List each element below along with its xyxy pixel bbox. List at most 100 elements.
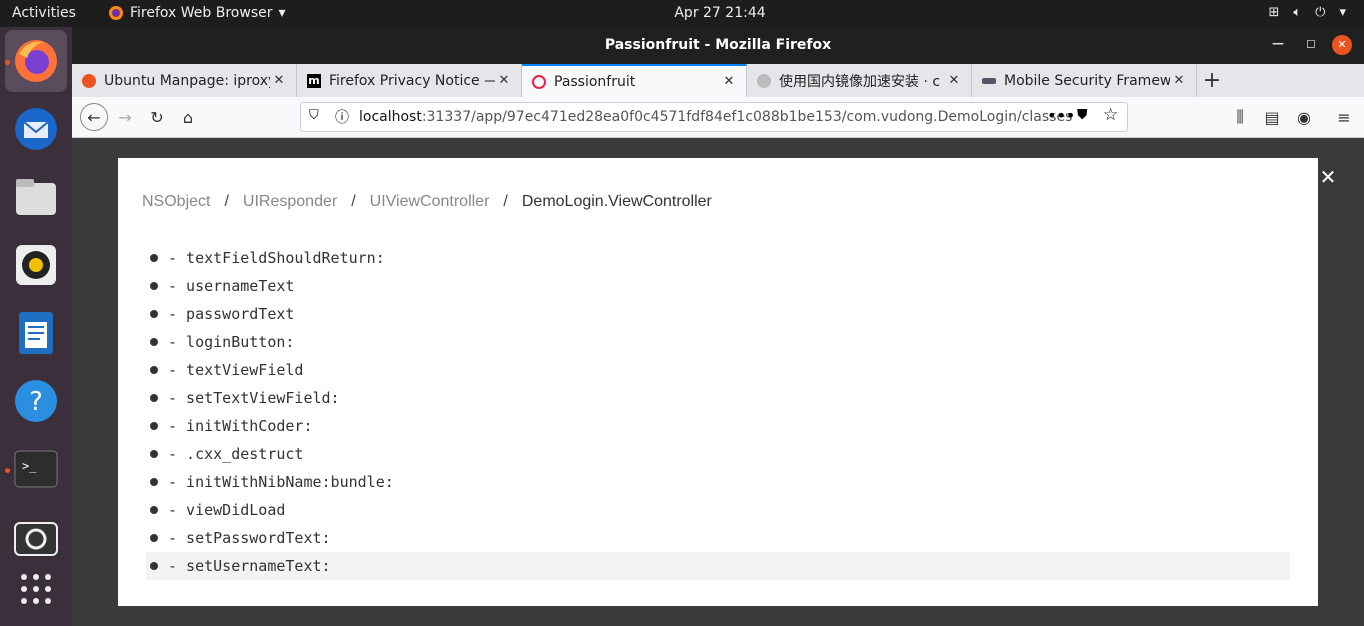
volume-icon: 🔈︎ — [1293, 5, 1302, 20]
dock-firefox[interactable] — [5, 30, 67, 92]
method-name: - .cxx_destruct — [168, 445, 304, 463]
bullet — [150, 310, 158, 318]
terminal-icon: >_ — [14, 450, 58, 488]
method-item[interactable]: - setUsernameText: — [146, 552, 1290, 580]
firefox-icon — [15, 40, 57, 82]
breadcrumb-current: DemoLogin.ViewController — [521, 193, 712, 210]
more-actions-icon[interactable]: ••• — [1047, 106, 1075, 125]
clock[interactable]: Apr 27 21:44 — [0, 5, 1364, 21]
method-name: - textViewField — [168, 361, 304, 379]
forward-button[interactable]: → — [113, 105, 137, 129]
grid-icon — [21, 574, 51, 604]
system-tray[interactable]: ⊞ 🔈︎ ⏻ ▾ — [1268, 5, 1346, 20]
close-tab-icon[interactable]: ✕ — [720, 74, 738, 89]
breadcrumb-item[interactable]: UIViewController — [370, 193, 490, 211]
bullet — [150, 562, 158, 570]
bullet — [150, 478, 158, 486]
bookmark-star-icon[interactable]: ☆ — [1103, 105, 1118, 125]
method-name: - setPasswordText: — [168, 529, 331, 547]
minimize-icon[interactable]: — — [1272, 36, 1284, 50]
method-name: - textFieldShouldReturn: — [168, 249, 385, 267]
new-tab-button[interactable]: + — [1200, 67, 1224, 93]
plus-icon: + — [1202, 67, 1222, 93]
info-icon[interactable]: ⓘ — [335, 107, 349, 127]
tab-ubuntu-manpage[interactable]: Ubuntu Manpage: iproxy ✕ — [72, 64, 297, 97]
tab-label: Firefox Privacy Notice — — [329, 72, 495, 89]
url-host: localhost — [359, 109, 422, 125]
gnome-top-bar: Activities Firefox Web Browser ▾ Apr 27 … — [0, 0, 1364, 27]
method-list: - textFieldShouldReturn: - usernameText … — [146, 244, 1290, 580]
tab-label: Ubuntu Manpage: iproxy — [104, 72, 270, 89]
navigation-toolbar: ← → ↻ ⌂ ⛉ ⓘ localhost:31337/app/97ec471e… — [72, 97, 1364, 138]
url-bar[interactable]: ⛉ ⓘ localhost:31337/app/97ec471ed28ea0f0… — [300, 102, 1128, 132]
sidebar-icon: ▤ — [1264, 107, 1280, 127]
dock-thunderbird[interactable] — [5, 98, 67, 160]
menu-button[interactable]: ≡ — [1332, 105, 1356, 129]
dock-show-apps[interactable] — [5, 558, 67, 620]
method-name: - initWithCoder: — [168, 417, 313, 435]
tab-label: Passionfruit — [554, 73, 636, 90]
dock-writer[interactable] — [5, 302, 67, 364]
running-indicator — [5, 60, 10, 65]
pocket-icon[interactable]: ⛊ — [1077, 107, 1088, 123]
dock-rhythmbox[interactable] — [5, 234, 67, 296]
method-name: - initWithNibName:bundle: — [168, 473, 394, 491]
bullet — [150, 338, 158, 346]
close-modal-icon[interactable]: ✕ — [1318, 165, 1338, 189]
tab-bar: Ubuntu Manpage: iproxy ✕ m Firefox Priva… — [72, 64, 1364, 97]
tab-mobsf[interactable]: Mobile Security Framewo ✕ — [972, 64, 1197, 97]
document-icon — [19, 312, 53, 354]
breadcrumb-item[interactable]: UIResponder — [243, 193, 337, 211]
github-icon — [757, 73, 771, 88]
arrow-left-icon: ← — [87, 107, 101, 127]
maximize-icon[interactable]: ◻ — [1306, 36, 1316, 50]
bullet — [150, 394, 158, 402]
shield-icon[interactable]: ⛉ — [309, 108, 319, 123]
help-icon: ? — [15, 380, 57, 422]
bullet — [150, 450, 158, 458]
bullet — [150, 282, 158, 290]
url-path: :31337/app/97ec471ed28ea0f0c4571fdf84ef1… — [421, 109, 1073, 125]
library-button[interactable]: ⫼ — [1228, 105, 1252, 129]
method-item[interactable]: - viewDidLoad — [146, 496, 1290, 524]
tab-firefox-privacy[interactable]: m Firefox Privacy Notice — ✕ — [297, 64, 522, 97]
tab-label: Mobile Security Framewo — [1004, 72, 1170, 89]
title-bar: Passionfruit - Mozilla Firefox — ◻ ✕ — [72, 27, 1364, 64]
dock-files[interactable] — [5, 166, 67, 228]
account-button[interactable]: ◉ — [1292, 105, 1316, 129]
bullet — [150, 422, 158, 430]
method-item[interactable]: - initWithCoder: — [146, 412, 1290, 440]
breadcrumb-item[interactable]: NSObject — [142, 193, 210, 211]
method-item[interactable]: - setTextViewField: — [146, 384, 1290, 412]
network-icon: ⊞ — [1268, 5, 1280, 20]
reload-button[interactable]: ↻ — [145, 105, 169, 129]
power-icon: ⏻ — [1315, 5, 1326, 20]
close-tab-icon[interactable]: ✕ — [270, 73, 288, 88]
back-button[interactable]: ← — [80, 103, 108, 131]
camera-icon — [14, 522, 58, 556]
close-tab-icon[interactable]: ✕ — [1170, 73, 1188, 88]
mobsf-icon — [982, 77, 996, 84]
method-name: - setTextViewField: — [168, 389, 340, 407]
method-item[interactable]: - usernameText — [146, 272, 1290, 300]
tab-passionfruit[interactable]: Passionfruit ✕ — [522, 64, 747, 97]
method-item[interactable]: - passwordText — [146, 300, 1290, 328]
method-name: - loginButton: — [168, 333, 295, 351]
method-item[interactable]: - .cxx_destruct — [146, 440, 1290, 468]
home-button[interactable]: ⌂ — [176, 105, 200, 129]
method-item[interactable]: - textViewField — [146, 356, 1290, 384]
method-item[interactable]: - textFieldShouldReturn: — [146, 244, 1290, 272]
method-item[interactable]: - setPasswordText: — [146, 524, 1290, 552]
reload-icon: ↻ — [150, 107, 164, 127]
dock-terminal[interactable]: >_ — [5, 438, 67, 500]
close-tab-icon[interactable]: ✕ — [495, 73, 513, 88]
sidebar-button[interactable]: ▤ — [1260, 105, 1284, 129]
tab-mirror-install[interactable]: 使用国内镜像加速安装 · c ✕ — [747, 64, 972, 97]
account-icon: ◉ — [1297, 107, 1311, 127]
method-item[interactable]: - loginButton: — [146, 328, 1290, 356]
url-text[interactable]: localhost:31337/app/97ec471ed28ea0f0c457… — [359, 109, 1072, 125]
dock-help[interactable]: ? — [5, 370, 67, 432]
method-item[interactable]: - initWithNibName:bundle: — [146, 468, 1290, 496]
close-window-icon[interactable]: ✕ — [1332, 35, 1352, 55]
close-tab-icon[interactable]: ✕ — [945, 73, 963, 88]
